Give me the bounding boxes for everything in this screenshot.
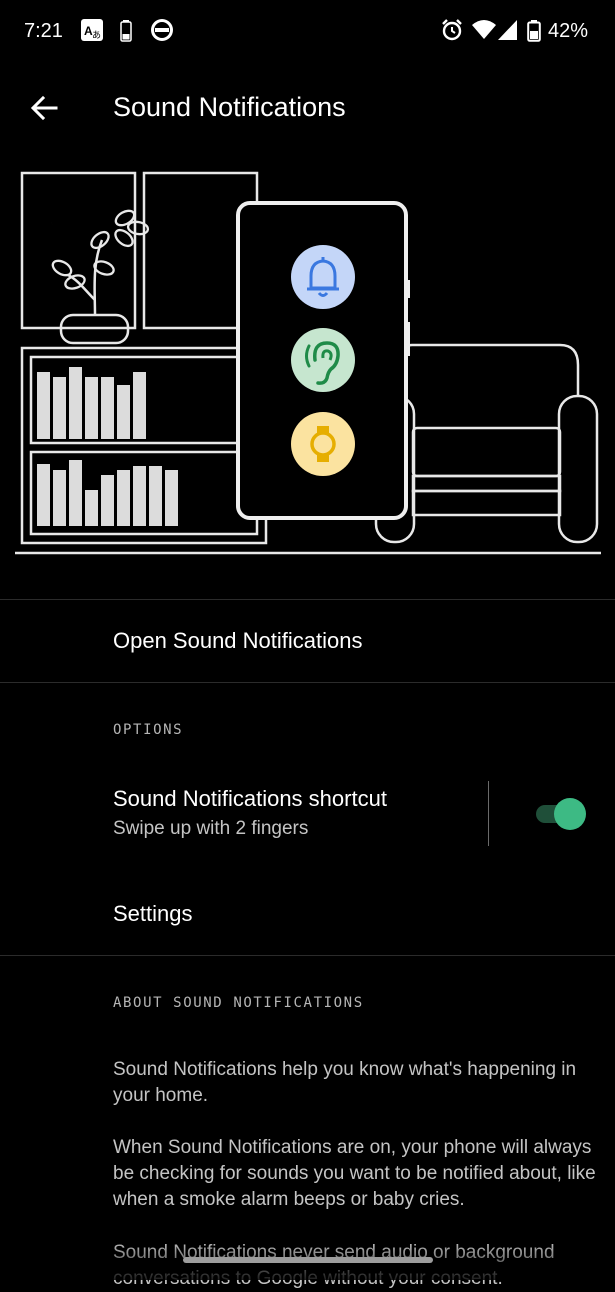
app-bar: Sound Notifications xyxy=(0,66,615,152)
cell-signal-icon xyxy=(497,18,519,46)
wifi-icon xyxy=(471,18,497,46)
gesture-nav-handle[interactable] xyxy=(183,1257,433,1263)
about-section-header: ABOUT SOUND NOTIFICATIONS xyxy=(113,995,364,1011)
shortcut-title[interactable]: Sound Notifications shortcut xyxy=(113,786,387,812)
shortcut-divider xyxy=(488,781,489,846)
page-title: Sound Notifications xyxy=(113,92,346,122)
translate-icon: A あ xyxy=(80,18,104,46)
battery-small-icon xyxy=(120,20,132,46)
svg-text:あ: あ xyxy=(92,30,101,40)
battery-percent: 42% xyxy=(548,20,589,42)
open-sound-notifications-item[interactable]: Open Sound Notifications xyxy=(113,628,363,654)
ear-icon xyxy=(291,328,355,392)
shortcut-subtitle: Swipe up with 2 fingers xyxy=(113,818,309,839)
alarm-icon xyxy=(440,18,464,46)
app-badge-icon xyxy=(150,18,174,46)
arrow-back-icon xyxy=(30,95,58,121)
battery-icon xyxy=(527,20,541,46)
back-button[interactable] xyxy=(20,84,68,132)
divider-top xyxy=(0,599,615,600)
living-room-illustration xyxy=(15,171,601,555)
divider-settings xyxy=(0,955,615,956)
about-paragraph-1: Sound Notifications help you know what's… xyxy=(113,1059,577,1106)
about-paragraph-2: When Sound Notifications are on, your ph… xyxy=(113,1137,596,1210)
watch-icon xyxy=(291,412,355,476)
hero-illustration xyxy=(0,158,615,568)
status-bar: 7:21 A あ 42% xyxy=(0,0,615,66)
settings-item[interactable]: Settings xyxy=(113,901,193,927)
status-time: 7:21 xyxy=(24,20,63,42)
bell-icon xyxy=(291,245,355,309)
options-section-header: OPTIONS xyxy=(113,722,184,738)
shortcut-toggle[interactable] xyxy=(534,798,586,830)
divider-open xyxy=(0,682,615,683)
toggle-thumb xyxy=(554,798,586,830)
